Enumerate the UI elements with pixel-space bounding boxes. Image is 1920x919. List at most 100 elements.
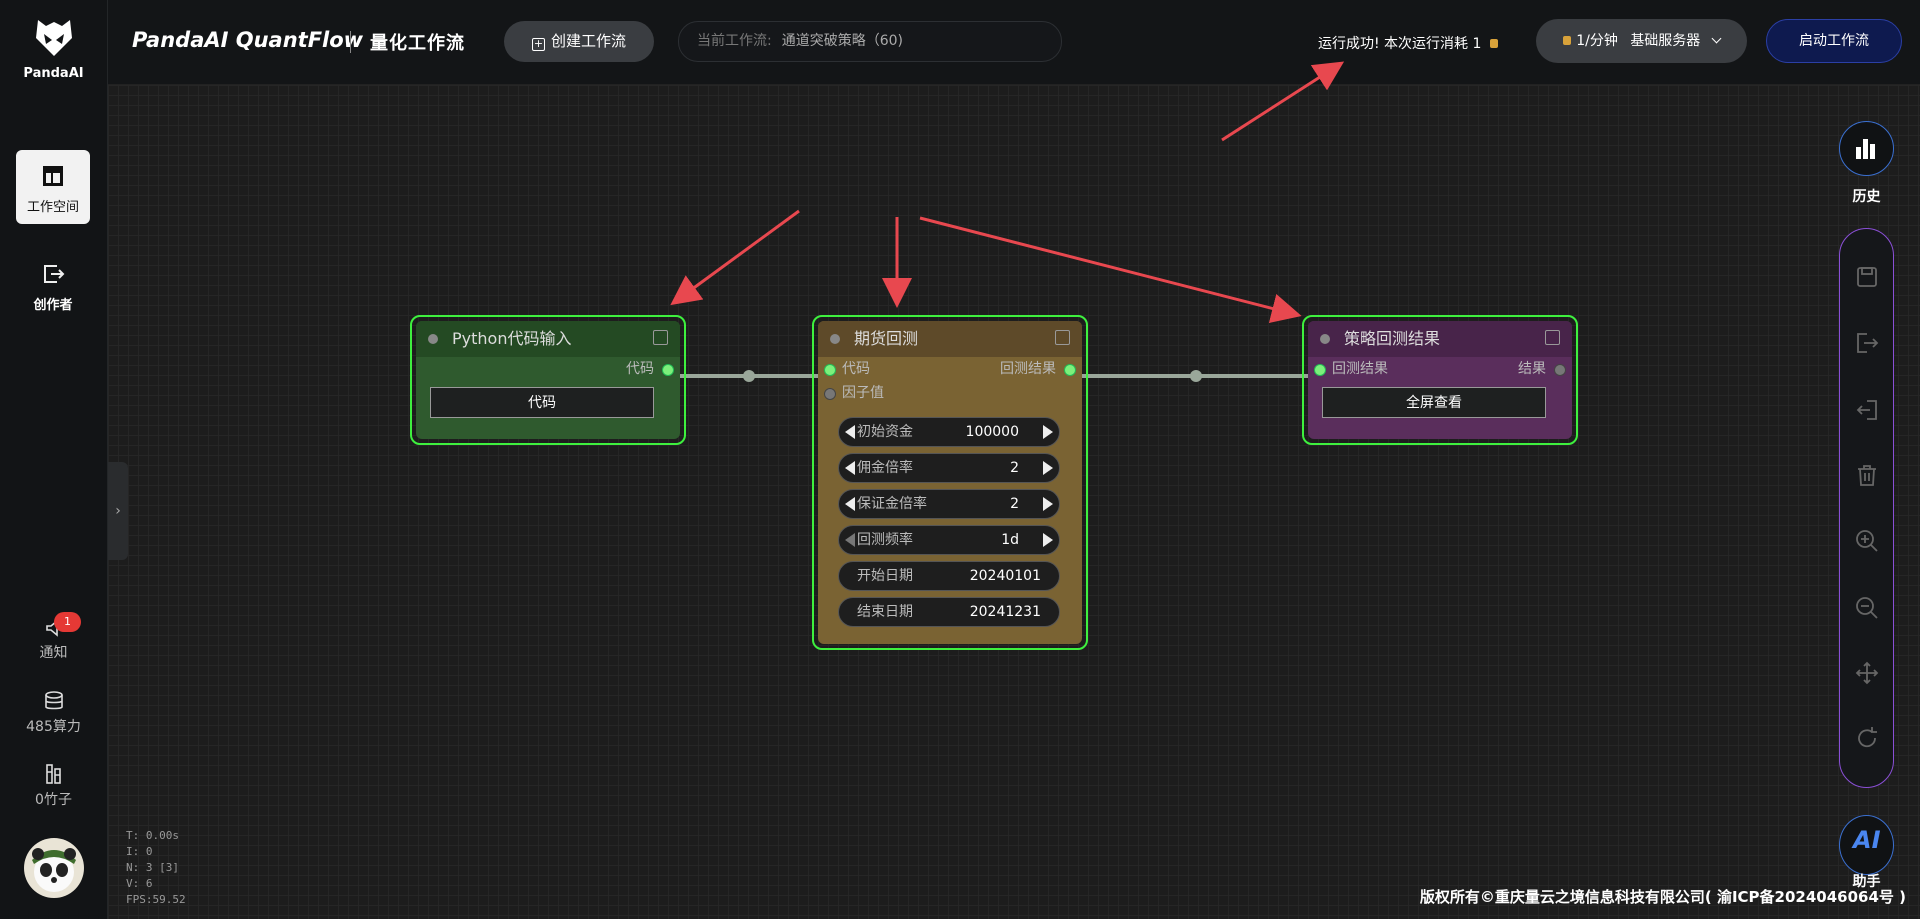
field-label: 结束日期: [857, 604, 913, 620]
brand-title: PandaAI QuantFlow: [132, 28, 364, 52]
bamboo-button[interactable]: 0竹子: [0, 763, 107, 809]
notify-button[interactable]: 1 通知: [0, 612, 107, 662]
node-title: 策略回测结果: [1344, 329, 1441, 348]
field-value: 100000: [965, 424, 1019, 440]
brand-subtitle: 量化工作流: [370, 33, 465, 54]
chevron-down-icon: [1711, 33, 1722, 44]
node-header[interactable]: 策略回测结果: [1308, 321, 1572, 357]
sidebar-item-label: 工作空间: [26, 200, 79, 215]
decrement-arrow-icon[interactable]: [845, 533, 855, 547]
field-margin-rate[interactable]: 保证金倍率 2: [838, 489, 1060, 519]
current-workflow-key: 当前工作流:: [697, 33, 772, 49]
field-label: 回测频率: [857, 532, 913, 548]
sidebar-item-workspace[interactable]: 工作空间: [16, 150, 90, 224]
input-port-factor[interactable]: [824, 388, 836, 400]
field-initial-capital[interactable]: 初始资金 100000: [838, 417, 1060, 447]
avatar[interactable]: [24, 838, 84, 898]
coin-icon: [1563, 36, 1572, 45]
increment-arrow-icon[interactable]: [1043, 461, 1053, 475]
stat-v: V: 6: [126, 877, 153, 890]
exit-box-icon: [44, 265, 65, 283]
node-backtest-result[interactable]: 策略回测结果 回测结果 结果 全屏查看: [1302, 315, 1578, 445]
node-header[interactable]: Python代码输入: [416, 321, 680, 357]
server-label: 基础服务器: [1630, 33, 1701, 49]
ai-assistant-button[interactable]: AI: [1839, 815, 1894, 875]
field-value: 20241231: [969, 604, 1041, 620]
bamboo-label: 0竹子: [35, 792, 72, 808]
panda-avatar-icon: [32, 848, 76, 892]
input-port-code[interactable]: [824, 364, 836, 376]
create-workflow-label: 创建工作流: [550, 32, 626, 50]
zoom-out-icon[interactable]: [1853, 594, 1881, 622]
copyright-footer[interactable]: 版权所有©重庆量云之境信息科技有限公司( 渝ICP备2024046064号 ): [1420, 886, 1906, 907]
output-port-label: 回测结果: [1000, 361, 1056, 377]
chevron-right-icon: ›: [115, 503, 121, 519]
history-button[interactable]: [1839, 121, 1894, 176]
field-commission-rate[interactable]: 佣金倍率 2: [838, 453, 1060, 483]
edit-icon[interactable]: [1055, 330, 1070, 345]
history-label: 历史: [1852, 189, 1881, 205]
compute-button[interactable]: 485算力: [0, 690, 107, 736]
code-button[interactable]: 代码: [430, 387, 654, 418]
port-row: 代码: [416, 357, 680, 381]
export-icon[interactable]: [1853, 329, 1881, 357]
speed-label: 1/分钟: [1576, 33, 1618, 49]
field-start-date[interactable]: 开始日期 20240101: [838, 561, 1060, 591]
zoom-in-icon[interactable]: [1853, 527, 1881, 555]
collapse-panel-button[interactable]: ›: [108, 462, 128, 560]
notify-label: 通知: [39, 645, 68, 661]
input-port[interactable]: [1314, 364, 1326, 376]
fullscreen-view-button[interactable]: 全屏查看: [1322, 387, 1546, 418]
output-port[interactable]: [1554, 364, 1566, 376]
field-label: 佣金倍率: [857, 460, 913, 476]
move-icon[interactable]: [1853, 659, 1881, 687]
stat-nodes: N: 3 [3]: [126, 861, 179, 874]
increment-arrow-icon[interactable]: [1043, 425, 1053, 439]
increment-arrow-icon[interactable]: [1043, 533, 1053, 547]
start-workflow-button[interactable]: 启动工作流: [1766, 19, 1902, 63]
port-row: 回测结果 结果: [1308, 357, 1572, 381]
field-backtest-frequency[interactable]: 回测频率 1d: [838, 525, 1060, 555]
logo[interactable]: PandaAI: [20, 16, 87, 81]
compute-label: 485算力: [26, 719, 81, 735]
decrement-arrow-icon[interactable]: [845, 497, 855, 511]
port-row: 因子值: [818, 381, 1082, 405]
current-workflow-value: 通道突破策略（60): [781, 33, 903, 49]
render-stats: T: 0.00s I: 0 N: 3 [3] V: 6 FPS:59.52: [126, 828, 186, 908]
field-value: 2: [1010, 460, 1019, 476]
decrement-arrow-icon[interactable]: [845, 461, 855, 475]
current-workflow-field[interactable]: 当前工作流: 通道突破策略（60): [678, 21, 1062, 62]
panda-logo-icon: [35, 20, 72, 56]
save-icon[interactable]: [1853, 263, 1881, 291]
node-python-input[interactable]: Python代码输入 代码 代码: [410, 315, 686, 445]
top-header: PandaAI QuantFlow 量化工作流 + 创建工作流 当前工作流: 通道突…: [108, 0, 1920, 85]
status-dot: [428, 334, 438, 344]
output-port-label: 结果: [1518, 361, 1546, 377]
edit-icon[interactable]: [653, 330, 668, 345]
database-icon: [44, 691, 63, 710]
refresh-icon[interactable]: [1853, 724, 1881, 752]
status-dot: [830, 334, 840, 344]
node-futures-backtest[interactable]: 期货回测 代码 回测结果 因子值 初始资金 100000 佣金倍率 2 保证金倍…: [812, 315, 1088, 650]
increment-arrow-icon[interactable]: [1043, 497, 1053, 511]
field-value: 20240101: [969, 568, 1041, 584]
field-label: 初始资金: [857, 424, 913, 440]
field-end-date[interactable]: 结束日期 20241231: [838, 597, 1060, 627]
plus-box-icon: +: [531, 37, 545, 51]
edit-icon[interactable]: [1545, 330, 1560, 345]
sidebar-item-creator[interactable]: 创作者: [16, 262, 90, 322]
output-port[interactable]: [662, 364, 674, 376]
output-port[interactable]: [1064, 364, 1076, 376]
import-icon[interactable]: [1853, 396, 1881, 424]
delete-icon[interactable]: [1853, 461, 1881, 489]
field-value: 2: [1010, 496, 1019, 512]
node-title: 期货回测: [854, 329, 919, 348]
node-header[interactable]: 期货回测: [818, 321, 1082, 357]
create-workflow-button[interactable]: + 创建工作流: [504, 21, 654, 62]
server-select[interactable]: 1/分钟 基础服务器: [1536, 19, 1747, 63]
coin-icon: [1489, 39, 1498, 48]
decrement-arrow-icon[interactable]: [845, 425, 855, 439]
stat-time: T: 0.00s: [126, 829, 179, 842]
port-row: 代码 回测结果: [818, 357, 1082, 381]
input-port-label: 代码: [842, 361, 870, 377]
